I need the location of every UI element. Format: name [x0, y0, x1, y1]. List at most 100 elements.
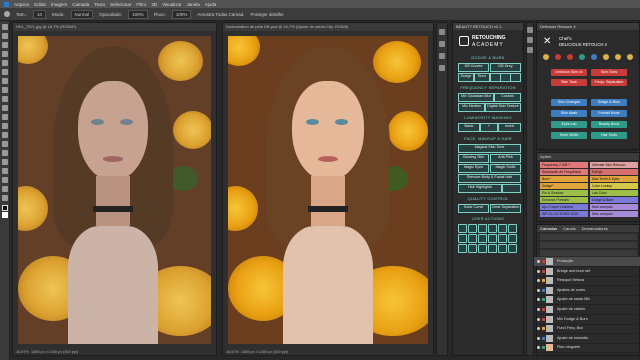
clear-separation-button[interactable]: Clear Separation — [490, 204, 521, 213]
swatches-icon[interactable] — [439, 65, 445, 71]
document-window-after[interactable]: Dodonnation de pele DB.psd @ 16,7% (Ajus… — [222, 22, 434, 356]
action-row-right[interactable]: Ultimate Skin Retouch — [590, 162, 638, 168]
merge-quick-icon[interactable] — [591, 54, 597, 60]
menu-texto[interactable]: Texto — [94, 2, 105, 7]
menu-arquivo[interactable]: Arquivo — [14, 2, 29, 7]
layer-row[interactable]: Ajuste de cabelo — [534, 305, 640, 315]
menu-ajuda[interactable]: Ajuda — [205, 2, 217, 7]
user-action-icon-13[interactable] — [458, 244, 467, 253]
rbr-button-1[interactable]: Skin Glow — [591, 69, 627, 76]
document-window-before[interactable]: HK1_7571.jpg @ 16,7% (RGB/8*) 16,67% 108… — [12, 22, 217, 356]
visibility-eye-icon[interactable] — [537, 298, 540, 302]
quick-select-tool-icon[interactable] — [2, 51, 8, 57]
menu-filtro[interactable]: Filtro — [136, 2, 146, 7]
db-curves-button[interactable]: DB Curves — [458, 63, 489, 72]
burn-button[interactable]: Burn — [474, 73, 490, 82]
user-action-icon-1[interactable] — [458, 224, 467, 233]
layer-row[interactable]: Mix Dodge & Burn — [534, 315, 640, 325]
action-row-left[interactable]: Dodge* — [540, 183, 588, 189]
hair-highlights-button[interactable]: Hair Highlights — [458, 184, 502, 193]
anti-pink-button[interactable]: Anti-Pink — [490, 154, 521, 163]
user-action-icon-11[interactable] — [498, 234, 507, 243]
properties-icon[interactable] — [439, 41, 445, 47]
zoom-tool-icon[interactable] — [2, 195, 8, 201]
action-row-left[interactable]: Enhance Portraits — [540, 197, 588, 203]
marquee-tool-icon[interactable] — [2, 33, 8, 39]
user-action-icon-9[interactable] — [478, 234, 487, 243]
eraser-tool-icon[interactable] — [2, 114, 8, 120]
lum-plus-button[interactable]: + — [480, 123, 498, 132]
eraser-quick-icon[interactable] — [555, 54, 561, 60]
action-row-right[interactable]: Mac Teeth & Eyes — [590, 176, 638, 182]
gradient-tool-icon[interactable] — [2, 123, 8, 129]
mode-select[interactable]: Normal — [70, 9, 94, 19]
user-action-icon-2[interactable] — [468, 224, 477, 233]
layer-row[interactable]: Retoque Beleza — [534, 276, 640, 287]
menu-visualizar[interactable]: Visualizar — [162, 2, 181, 7]
adjustments-icon[interactable] — [439, 53, 445, 59]
menu-editar[interactable]: Editar — [34, 2, 46, 7]
app-logo-icon[interactable] — [4, 1, 9, 7]
solar-curve-button[interactable]: Solar Curve — [458, 204, 489, 213]
rbr-button-4[interactable]: Skin Changes — [551, 99, 587, 106]
user-action-icon-16[interactable] — [488, 244, 497, 253]
type-tool-icon[interactable] — [2, 159, 8, 165]
mix-gaussian-blur-button[interactable]: Mix Gaussian Blur — [458, 93, 494, 102]
menu-camada[interactable]: Camada — [72, 2, 89, 7]
rbr-button-5[interactable]: Dodge & Burn — [591, 99, 627, 106]
visibility-eye-icon[interactable] — [537, 279, 540, 283]
visibility-eye-icon[interactable] — [537, 260, 540, 263]
lum-basic-button[interactable]: Basic — [458, 123, 480, 132]
user-action-icon-8[interactable] — [468, 234, 477, 243]
user-action-icon-17[interactable] — [498, 244, 507, 253]
action-row-right[interactable]: New compact — [590, 204, 638, 210]
magic-eyes-button[interactable]: Magic Eyes — [458, 164, 489, 173]
lum-invert-button[interactable]: Invert — [498, 123, 521, 132]
user-action-icon-18[interactable] — [508, 244, 517, 253]
action-row-left[interactable]: WP GLI ACTIONS 2015 — [540, 211, 588, 217]
rbr-button-6[interactable]: Skin Mask — [551, 110, 587, 117]
rbr-button-2[interactable]: Skin Tone — [551, 79, 587, 86]
action-row-right[interactable]: Color Lookup — [590, 183, 638, 189]
db-grey-button[interactable]: DB Grey — [490, 63, 521, 72]
dodge-button[interactable]: Dodge — [458, 73, 474, 82]
action-row-left[interactable]: Ajs 2 Layer Lowered — [540, 204, 588, 210]
document-tab-before[interactable]: HK1_7571.jpg @ 16,7% (RGB/8*) — [13, 23, 216, 31]
user-action-icon-12[interactable] — [508, 234, 517, 243]
user-action-icon-6[interactable] — [508, 224, 517, 233]
dodge-tool-icon[interactable] — [2, 141, 8, 147]
action-row-left[interactable]: Burn* — [540, 176, 588, 182]
action-row-right[interactable]: New compact — [590, 211, 638, 217]
rbr-button-8[interactable]: Eyes Lab — [551, 121, 587, 128]
tab-paths[interactable]: Demarcadores — [582, 225, 608, 232]
menu-imagem[interactable]: Imagem — [51, 2, 67, 7]
action-row-left[interactable]: Separação de Frequência — [540, 169, 588, 175]
digital-skin-texture-button[interactable]: Digital Skin Texture — [485, 103, 521, 112]
visibility-eye-icon[interactable] — [537, 327, 540, 331]
foreground-color-swatch[interactable] — [2, 205, 8, 211]
rbr-button-7[interactable]: Portrait Mode — [591, 110, 627, 117]
path-select-tool-icon[interactable] — [2, 168, 8, 174]
layer-row[interactable]: Fund Freq. Box — [534, 324, 640, 335]
crop-tool-icon[interactable] — [2, 60, 8, 66]
layers-panel-icon[interactable] — [527, 27, 533, 33]
history-brush-tool-icon[interactable] — [2, 105, 8, 111]
rbr-button-0[interactable]: Delicious Skin v4 — [551, 69, 587, 76]
action-row-left[interactable]: Frequency 2 D/B + — [540, 162, 588, 168]
visibility-eye-icon[interactable] — [537, 317, 540, 321]
magical-skin-tone-button[interactable]: Magical Skin Tone — [458, 144, 521, 153]
action-row-right[interactable]: Dodge & Burn — [590, 197, 638, 203]
tab-channels[interactable]: Canais — [563, 225, 575, 232]
invert-quick-icon[interactable] — [579, 54, 585, 60]
layer-row[interactable]: Ajuste de emulsão — [534, 334, 640, 344]
brush-tool-icon[interactable] — [2, 87, 8, 93]
user-action-icon-3[interactable] — [478, 224, 487, 233]
shape-tool-icon[interactable] — [2, 177, 8, 183]
action-row-right[interactable]: DoDg4 — [590, 169, 638, 175]
user-action-icon-15[interactable] — [478, 244, 487, 253]
document-tab-after[interactable]: Dodonnation de pele DB.psd @ 16,7% (Ajus… — [223, 23, 433, 31]
visibility-eye-icon[interactable] — [537, 288, 540, 292]
rbr-button-11[interactable]: Hair Tools — [591, 132, 627, 139]
layer-row[interactable]: Bridge and burn set — [534, 267, 640, 277]
move-tool-icon[interactable] — [2, 24, 8, 30]
